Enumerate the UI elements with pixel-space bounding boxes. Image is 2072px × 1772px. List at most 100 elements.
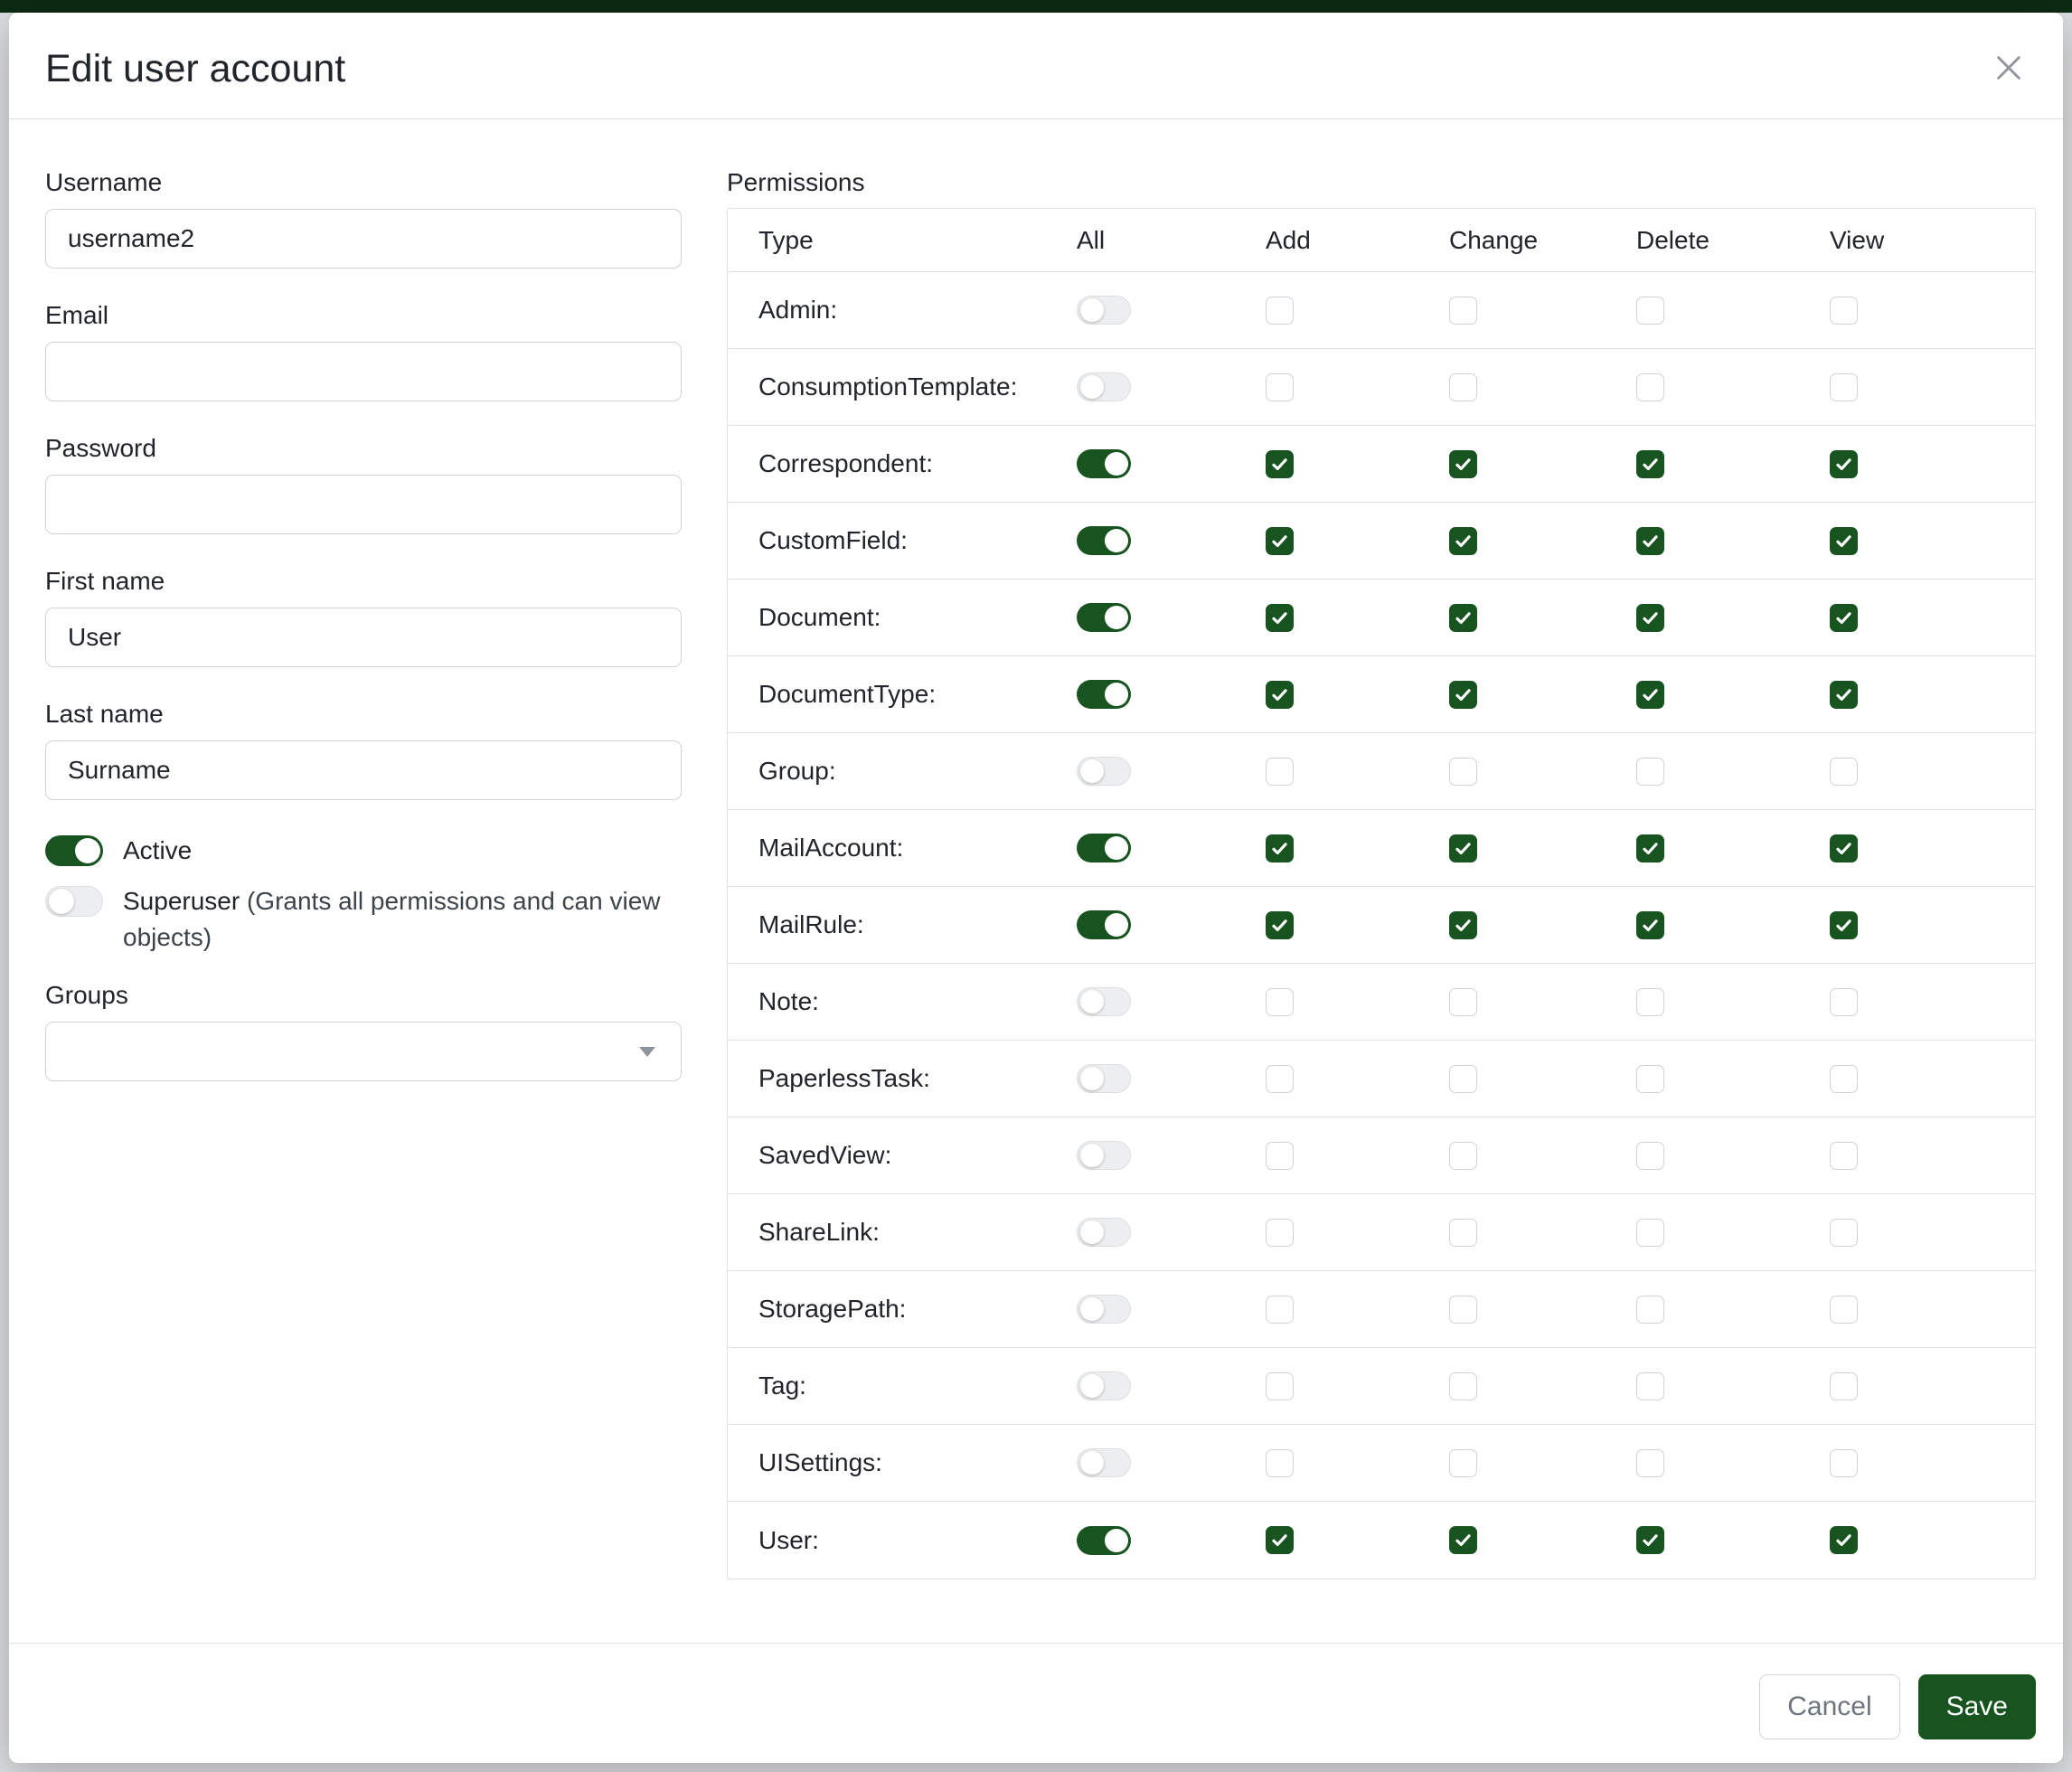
change-checkbox[interactable]	[1449, 297, 1477, 325]
add-checkbox[interactable]	[1266, 297, 1294, 325]
change-checkbox[interactable]	[1449, 911, 1477, 939]
change-checkbox[interactable]	[1449, 834, 1477, 862]
delete-checkbox[interactable]	[1636, 1526, 1664, 1554]
all-toggle[interactable]	[1077, 1218, 1131, 1247]
all-toggle[interactable]	[1077, 680, 1131, 709]
add-checkbox[interactable]	[1266, 1296, 1294, 1324]
delete-checkbox[interactable]	[1636, 1065, 1664, 1093]
all-toggle[interactable]	[1077, 449, 1131, 478]
delete-checkbox[interactable]	[1636, 604, 1664, 632]
delete-checkbox[interactable]	[1636, 1449, 1664, 1477]
email-input[interactable]	[45, 342, 682, 401]
first-name-input[interactable]	[45, 608, 682, 667]
all-toggle[interactable]	[1077, 910, 1131, 939]
change-checkbox[interactable]	[1449, 450, 1477, 478]
add-checkbox[interactable]	[1266, 681, 1294, 709]
view-checkbox[interactable]	[1830, 1142, 1858, 1170]
delete-checkbox[interactable]	[1636, 988, 1664, 1016]
all-toggle[interactable]	[1077, 526, 1131, 555]
delete-checkbox[interactable]	[1636, 297, 1664, 325]
add-checkbox[interactable]	[1266, 450, 1294, 478]
change-checkbox[interactable]	[1449, 1065, 1477, 1093]
change-checkbox[interactable]	[1449, 681, 1477, 709]
add-checkbox[interactable]	[1266, 1526, 1294, 1554]
all-toggle[interactable]	[1077, 987, 1131, 1016]
view-checkbox[interactable]	[1830, 373, 1858, 401]
view-checkbox[interactable]	[1830, 1449, 1858, 1477]
add-checkbox[interactable]	[1266, 1219, 1294, 1247]
delete-checkbox[interactable]	[1636, 527, 1664, 555]
view-checkbox[interactable]	[1830, 1296, 1858, 1324]
view-checkbox[interactable]	[1830, 681, 1858, 709]
delete-checkbox[interactable]	[1636, 834, 1664, 862]
superuser-toggle[interactable]	[45, 886, 103, 917]
active-toggle[interactable]	[45, 835, 103, 866]
delete-checkbox[interactable]	[1636, 373, 1664, 401]
view-checkbox[interactable]	[1830, 604, 1858, 632]
all-toggle[interactable]	[1077, 1141, 1131, 1170]
all-toggle[interactable]	[1077, 603, 1131, 632]
view-checkbox[interactable]	[1830, 988, 1858, 1016]
add-checkbox[interactable]	[1266, 373, 1294, 401]
add-checkbox[interactable]	[1266, 1449, 1294, 1477]
add-checkbox[interactable]	[1266, 527, 1294, 555]
delete-checkbox[interactable]	[1636, 1296, 1664, 1324]
all-toggle[interactable]	[1077, 1371, 1131, 1400]
all-toggle[interactable]	[1077, 1295, 1131, 1324]
view-checkbox[interactable]	[1830, 450, 1858, 478]
delete-checkbox[interactable]	[1636, 1142, 1664, 1170]
change-checkbox[interactable]	[1449, 604, 1477, 632]
view-checkbox[interactable]	[1830, 1526, 1858, 1554]
change-checkbox[interactable]	[1449, 1526, 1477, 1554]
all-toggle[interactable]	[1077, 296, 1131, 325]
password-input[interactable]	[45, 475, 682, 534]
last-name-input[interactable]	[45, 740, 682, 800]
change-checkbox[interactable]	[1449, 1142, 1477, 1170]
cancel-button[interactable]: Cancel	[1759, 1674, 1899, 1739]
change-checkbox[interactable]	[1449, 1449, 1477, 1477]
view-checkbox[interactable]	[1830, 1372, 1858, 1400]
change-checkbox[interactable]	[1449, 1296, 1477, 1324]
add-checkbox[interactable]	[1266, 1142, 1294, 1170]
delete-checkbox[interactable]	[1636, 1219, 1664, 1247]
permission-row: User:	[728, 1502, 2035, 1579]
view-checkbox[interactable]	[1830, 911, 1858, 939]
user-form: Username Email Password First name Last	[36, 168, 682, 1625]
all-toggle[interactable]	[1077, 834, 1131, 862]
all-toggle[interactable]	[1077, 1526, 1131, 1555]
change-checkbox[interactable]	[1449, 1219, 1477, 1247]
all-toggle[interactable]	[1077, 1448, 1131, 1477]
change-checkbox[interactable]	[1449, 373, 1477, 401]
view-checkbox[interactable]	[1830, 297, 1858, 325]
delete-checkbox[interactable]	[1636, 911, 1664, 939]
add-checkbox[interactable]	[1266, 1372, 1294, 1400]
change-checkbox[interactable]	[1449, 1372, 1477, 1400]
close-button[interactable]	[1987, 48, 2030, 91]
all-toggle[interactable]	[1077, 757, 1131, 786]
change-checkbox[interactable]	[1449, 988, 1477, 1016]
view-checkbox[interactable]	[1830, 834, 1858, 862]
add-checkbox[interactable]	[1266, 758, 1294, 786]
add-checkbox[interactable]	[1266, 911, 1294, 939]
toggle-knob	[75, 838, 100, 863]
all-toggle[interactable]	[1077, 1064, 1131, 1093]
column-header-delete: Delete	[1606, 226, 1799, 255]
change-checkbox[interactable]	[1449, 758, 1477, 786]
add-checkbox[interactable]	[1266, 604, 1294, 632]
delete-checkbox[interactable]	[1636, 1372, 1664, 1400]
save-button[interactable]: Save	[1918, 1674, 2036, 1739]
view-checkbox[interactable]	[1830, 1065, 1858, 1093]
delete-checkbox[interactable]	[1636, 681, 1664, 709]
add-checkbox[interactable]	[1266, 834, 1294, 862]
all-toggle[interactable]	[1077, 372, 1131, 401]
groups-select[interactable]	[45, 1022, 682, 1081]
delete-checkbox[interactable]	[1636, 758, 1664, 786]
add-checkbox[interactable]	[1266, 988, 1294, 1016]
view-checkbox[interactable]	[1830, 527, 1858, 555]
view-checkbox[interactable]	[1830, 1219, 1858, 1247]
username-input[interactable]	[45, 209, 682, 269]
view-checkbox[interactable]	[1830, 758, 1858, 786]
add-checkbox[interactable]	[1266, 1065, 1294, 1093]
delete-checkbox[interactable]	[1636, 450, 1664, 478]
change-checkbox[interactable]	[1449, 527, 1477, 555]
